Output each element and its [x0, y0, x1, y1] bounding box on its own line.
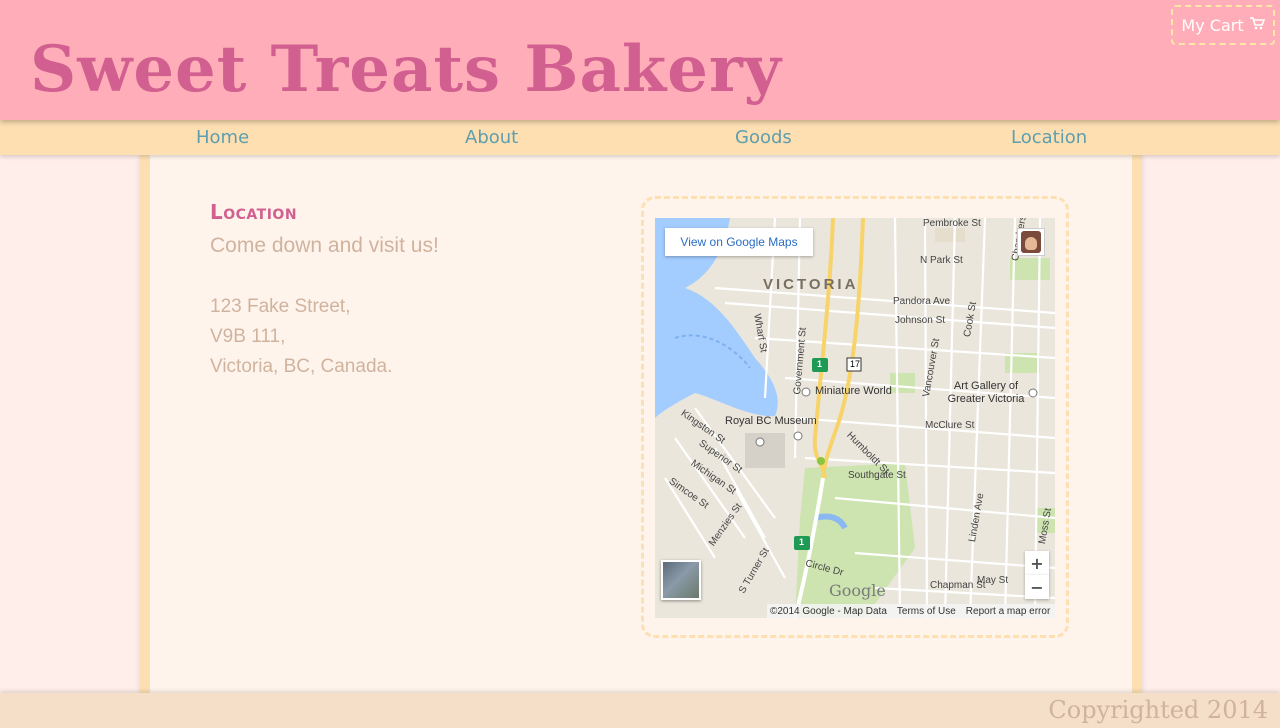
street-view-pegman-icon[interactable]	[1017, 228, 1045, 256]
map-poi-label: Miniature World	[815, 385, 892, 397]
location-tagline: Come down and visit us!	[210, 234, 439, 257]
map-street-label: Pandora Ave	[893, 296, 951, 307]
nav-location-link[interactable]: Location	[1011, 129, 1087, 147]
site-footer: Copyrighted 2014	[0, 693, 1280, 728]
satellite-view-toggle[interactable]	[661, 560, 701, 600]
shopping-cart-icon	[1249, 16, 1265, 34]
map-street-label: May St	[977, 575, 1009, 586]
address-street: 123 Fake Street,	[210, 296, 351, 317]
map-zoom-in-button[interactable]: +	[1025, 551, 1049, 575]
nav-about-link[interactable]: About	[465, 129, 518, 147]
map-street-label: N Park St	[920, 255, 963, 266]
address-postal-code: V9B 111,	[210, 326, 286, 347]
site-title[interactable]: Sweet Treats Bakery	[30, 38, 782, 102]
highway-1-shield: 1	[799, 537, 805, 547]
map-street-label: Southgate St	[848, 470, 906, 481]
highway-1-shield: 1	[817, 359, 823, 369]
google-logo: Google	[829, 581, 886, 600]
copyright-text: Copyrighted 2014	[1048, 696, 1268, 724]
map-terms-link[interactable]: Terms of Use	[897, 606, 956, 617]
map-attribution-bar: ©2014 Google - Map Data Terms of Use Rep…	[767, 604, 1055, 618]
map-zoom-out-button[interactable]: −	[1025, 575, 1049, 599]
map-street-label: Johnson St	[895, 315, 946, 326]
map-street-label: McClure St	[925, 420, 975, 431]
main-nav: Home About Goods Location	[0, 120, 1280, 155]
map-poi-label: Royal BC Museum	[725, 415, 817, 427]
location-heading: Location	[210, 200, 298, 224]
map-report-error-link[interactable]: Report a map error	[966, 606, 1050, 617]
cart-label: My Cart	[1181, 15, 1244, 35]
nav-goods-link[interactable]: Goods	[735, 129, 792, 147]
my-cart-button[interactable]: My Cart	[1171, 5, 1275, 45]
map-city-label: VICTORIA	[763, 276, 859, 293]
highway-17-shield: 17	[850, 359, 861, 369]
address-city: Victoria, BC, Canada.	[210, 356, 393, 377]
embedded-google-map[interactable]: VICTORIA Pembroke St N Park St Chambers …	[655, 218, 1055, 618]
map-poi-label: Art Gallery of Greater Victoria	[947, 380, 1025, 405]
nav-home-link[interactable]: Home	[196, 129, 249, 147]
map-street-label: Pembroke St	[923, 218, 981, 229]
site-header: Sweet Treats Bakery My Cart	[0, 0, 1280, 120]
view-on-google-maps-button[interactable]: View on Google Maps	[665, 228, 813, 256]
map-attribution: ©2014 Google - Map Data	[770, 605, 887, 617]
